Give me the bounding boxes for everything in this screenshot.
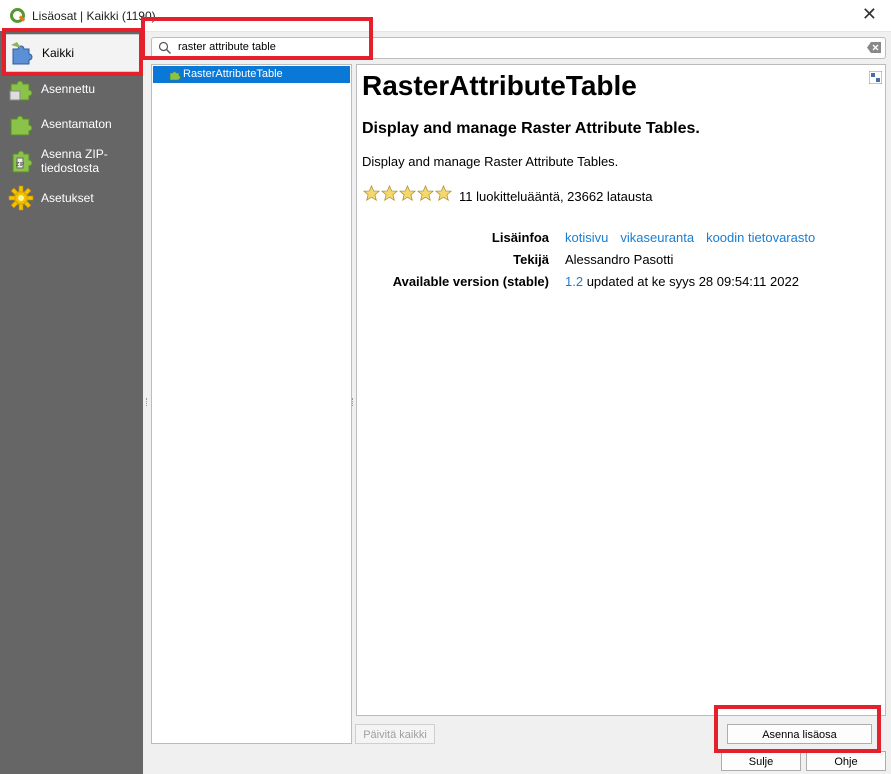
splitter-handle[interactable] [146, 398, 149, 406]
rating-stars [363, 185, 453, 203]
sidebar-item-not-installed[interactable]: Asentamaton [4, 106, 138, 142]
zip-icon: ZIP [12, 150, 33, 173]
plugin-title: RasterAttributeTable [362, 70, 637, 101]
qgis-logo-icon [10, 8, 26, 23]
sidebar-item-label: Asentamaton [41, 117, 112, 131]
list-item-label: RasterAttributeTable [183, 68, 283, 80]
plugin-description: Display and manage Raster Attribute Tabl… [362, 154, 619, 169]
sidebar-item-label: Asennettu [41, 82, 96, 96]
star-icon [399, 185, 416, 202]
more-info-links: kotisivu vikaseuranta koodin tietovarasto [565, 230, 827, 245]
sidebar: Kaikki Asennettu Asentamaton ZIP Asenna … [0, 31, 143, 774]
close-window-button[interactable]: ✕ [862, 4, 877, 25]
sidebar-item-label: Asetukset [41, 191, 94, 205]
puzzle-blue-icon [11, 42, 33, 65]
puzzle-green-icon [9, 80, 33, 101]
search-input[interactable] [178, 39, 858, 55]
install-plugin-button[interactable]: Asenna lisäosa [727, 724, 872, 744]
homepage-link[interactable]: kotisivu [565, 230, 608, 245]
upgrade-all-button[interactable]: Päivitä kaikki [355, 724, 435, 744]
sidebar-item-all[interactable]: Kaikki [4, 34, 140, 72]
help-button[interactable]: Ohje [806, 751, 886, 771]
clear-search-icon[interactable] [867, 42, 881, 53]
window-title: Lisäosat | Kaikki (1190) [32, 9, 156, 23]
plugin-subtitle: Display and manage Raster Attribute Tabl… [362, 120, 700, 137]
star-icon [363, 185, 380, 202]
more-info-label: Lisäinfoa [491, 230, 549, 245]
rating-text: 11 luokitteluääntä, 23662 latausta [459, 189, 653, 204]
plugin-list: RasterAttributeTable [151, 64, 352, 744]
star-icon [417, 185, 434, 202]
sidebar-item-installed[interactable]: Asennettu [4, 71, 138, 107]
version-label: Available version (stable) [392, 274, 549, 289]
sidebar-item-install-zip[interactable]: ZIP Asenna ZIP- tiedostosta [4, 142, 138, 180]
code-repository-link[interactable]: koodin tietovarasto [706, 230, 815, 245]
author-value: Alessandro Pasotti [565, 252, 674, 267]
window-titlebar: Lisäosat | Kaikki (1190) ✕ [0, 0, 891, 32]
search-icon [158, 41, 171, 54]
bug-tracker-link[interactable]: vikaseuranta [620, 230, 694, 245]
star-icon [381, 185, 398, 202]
svg-text:ZIP: ZIP [16, 162, 24, 168]
sidebar-item-label: Kaikki [42, 46, 75, 60]
author-label: Tekijä [513, 252, 549, 267]
sidebar-item-settings[interactable]: Asetukset [4, 180, 138, 216]
splitter-handle[interactable] [352, 398, 355, 406]
version-value: 1.2 updated at ke syys 28 09:54:11 2022 [565, 274, 799, 289]
sidebar-item-label: Asenna ZIP- tiedostosta [41, 147, 108, 175]
plugin-detail-pane: RasterAttributeTable Display and manage … [356, 64, 886, 716]
close-button[interactable]: Sulje [721, 751, 801, 771]
star-icon [435, 185, 452, 202]
version-updated-text: updated at ke syys 28 09:54:11 2022 [583, 274, 799, 289]
list-item[interactable]: RasterAttributeTable [153, 66, 350, 83]
version-link[interactable]: 1.2 [565, 274, 583, 289]
puzzle-green-icon [10, 115, 33, 136]
gear-icon [8, 185, 34, 211]
search-box[interactable] [151, 37, 886, 59]
puzzle-green-icon [169, 71, 181, 81]
expand-icon[interactable] [869, 71, 882, 84]
